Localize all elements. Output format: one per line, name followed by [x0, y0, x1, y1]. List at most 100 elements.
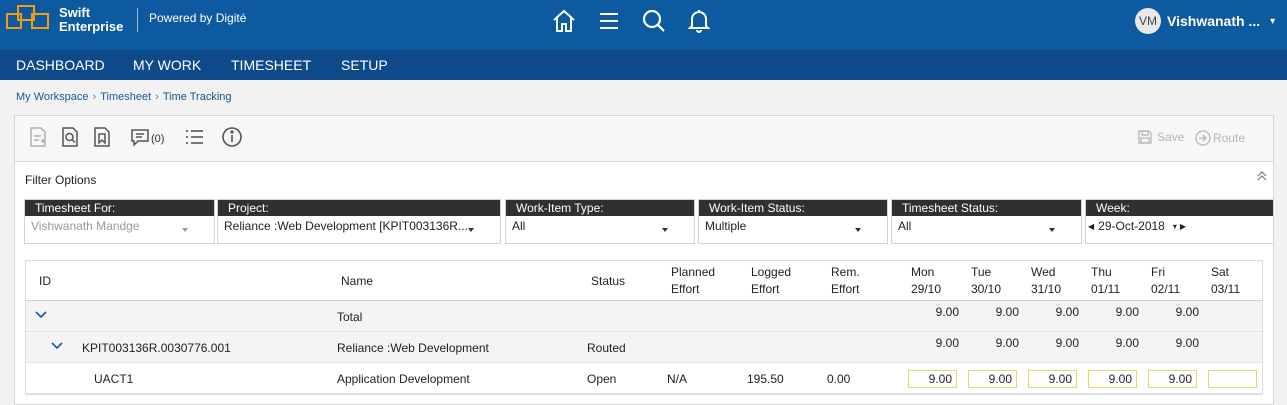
filter-value: 29-Oct-2018: [1098, 219, 1165, 233]
col-label: Effort: [671, 282, 700, 296]
effort-input-sat[interactable]: [1208, 370, 1257, 388]
new-document-icon[interactable]: [27, 126, 49, 148]
col-day-date: 31/10: [1031, 282, 1062, 296]
home-icon[interactable]: [549, 6, 579, 36]
route-icon: [1195, 130, 1211, 146]
chevron-down-icon[interactable]: [34, 310, 48, 320]
info-icon[interactable]: [221, 126, 243, 148]
chevron-down-icon: [662, 228, 668, 232]
collapse-icon[interactable]: [1255, 169, 1269, 183]
bell-icon[interactable]: [684, 6, 714, 36]
col-day-wed: Wed 31/10: [1031, 264, 1061, 298]
breadcrumb-separator: ›: [92, 91, 97, 103]
breadcrumb-separator: ›: [155, 91, 159, 103]
filter-week[interactable]: Week: ◀ 29-Oct-2018 ▾ ▶: [1085, 199, 1274, 244]
col-name: Name: [341, 274, 374, 288]
nav-setup[interactable]: SETUP: [341, 57, 388, 73]
filter-project[interactable]: Project: Reliance :Web Development [KPIT…: [217, 199, 501, 244]
week-selector: ◀ 29-Oct-2018 ▾ ▶: [1086, 216, 1273, 233]
list-icon[interactable]: [183, 126, 205, 148]
col-logged-effort: Logged Effort: [751, 264, 791, 298]
filter-label: Timesheet Status:: [892, 200, 1081, 216]
col-day-fri: Fri 02/11: [1151, 264, 1180, 298]
col-label: Effort: [751, 282, 780, 296]
user-menu[interactable]: VM Vishwanath ... ▾: [1135, 8, 1275, 34]
filter-label: Work-Item Status:: [699, 200, 887, 216]
day-total: 9.00: [1175, 305, 1199, 319]
filter-label: Work-Item Type:: [506, 200, 694, 216]
row-planned-effort: N/A: [667, 372, 688, 386]
filter-work-item-type[interactable]: Work-Item Type: All: [505, 199, 695, 244]
user-name: Vishwanath ...: [1167, 13, 1261, 29]
effort-input-mon[interactable]: 9.00: [908, 370, 957, 388]
filter-timesheet-for[interactable]: Timesheet For: Vishwanath Mandge: [24, 199, 215, 244]
table-row: UACT1 Application Development Open N/A 1…: [26, 363, 1262, 394]
effort-input-wed[interactable]: 9.00: [1028, 370, 1077, 388]
brand-divider: [137, 8, 138, 32]
effort-input-tue[interactable]: 9.00: [968, 370, 1017, 388]
brand-name: Swift Enterprise: [59, 6, 123, 33]
comment-icon[interactable]: [129, 126, 151, 148]
chevron-down-icon: [855, 228, 861, 232]
filter-value: Reliance :Web Development [KPIT003136R..…: [224, 219, 468, 233]
nav-timesheet[interactable]: TIMESHEET: [231, 57, 311, 73]
filter-label: Week:: [1086, 200, 1273, 216]
chevron-down-icon: [1049, 228, 1055, 232]
chevron-down-icon: [182, 228, 188, 232]
col-day-date: 30/10: [971, 282, 1002, 296]
effort-input-thu[interactable]: 9.00: [1088, 370, 1137, 388]
col-label: Rem.: [831, 265, 860, 279]
breadcrumb: My Workspace › Timesheet › Time Tracking: [16, 91, 232, 103]
col-day-date: 29/10: [911, 282, 942, 296]
day-total: 9.00: [1055, 305, 1079, 319]
day-effort: 9.00: [995, 336, 1019, 350]
col-day-name: Wed: [1031, 265, 1056, 279]
prev-week-icon[interactable]: ◀: [1088, 222, 1094, 231]
main-nav: DASHBOARD MY WORK TIMESHEET SETUP: [0, 50, 1287, 80]
brand-line1: Swift: [59, 5, 91, 20]
col-planned-effort: Planned Effort: [671, 264, 715, 298]
row-id: UACT1: [94, 372, 134, 386]
filter-label: Project:: [218, 200, 500, 216]
row-id: KPIT003136R.0030776.001: [82, 341, 231, 355]
nav-dashboard[interactable]: DASHBOARD: [16, 57, 105, 73]
brand-line2: Enterprise: [59, 19, 124, 34]
timesheet-panel: (0) Save Route Filter Options Timesheet …: [14, 115, 1274, 405]
menu-icon[interactable]: [594, 6, 624, 36]
filter-work-item-status[interactable]: Work-Item Status: Multiple: [698, 199, 888, 244]
breadcrumb-timesheet[interactable]: Timesheet: [100, 91, 151, 103]
search-document-icon[interactable]: [59, 126, 81, 148]
col-label: Planned: [671, 265, 716, 279]
col-day-name: Sat: [1211, 265, 1230, 279]
row-status: Open: [587, 372, 617, 386]
row-name: Total: [337, 310, 363, 324]
col-day-date: 02/11: [1151, 282, 1181, 296]
route-button[interactable]: Route: [1195, 130, 1245, 146]
next-week-icon[interactable]: ▶: [1180, 222, 1186, 231]
chevron-down-icon[interactable]: [50, 341, 64, 351]
swift-logo-icon: [6, 5, 49, 29]
header-icons: [549, 6, 729, 36]
search-icon[interactable]: [639, 6, 669, 36]
nav-my-work[interactable]: MY WORK: [133, 57, 201, 73]
bookmark-document-icon[interactable]: [91, 126, 113, 148]
breadcrumb-my-workspace[interactable]: My Workspace: [16, 91, 89, 103]
save-button[interactable]: Save: [1137, 129, 1184, 145]
table-row-group: KPIT003136R.0030776.001 Reliance :Web De…: [26, 332, 1262, 363]
day-effort: 9.00: [1175, 336, 1199, 350]
col-day-name: Mon: [911, 265, 935, 279]
col-day-mon: Mon 29/10: [911, 264, 941, 298]
chevron-down-icon: [468, 228, 474, 232]
powered-by-text: Powered by Digité: [149, 11, 247, 25]
day-effort: 9.00: [1115, 336, 1139, 350]
day-effort: 9.00: [1055, 336, 1079, 350]
col-label: Effort: [831, 282, 860, 296]
toolbar: (0) Save Route: [15, 116, 1273, 162]
breadcrumb-time-tracking: Time Tracking: [162, 91, 232, 103]
row-name: Application Development: [337, 372, 470, 386]
col-day-date: 03/11: [1211, 282, 1241, 296]
filter-timesheet-status[interactable]: Timesheet Status: All: [891, 199, 1082, 244]
chevron-down-icon[interactable]: ▾: [1173, 222, 1177, 231]
col-day-date: 01/11: [1091, 282, 1121, 296]
effort-input-fri[interactable]: 9.00: [1148, 370, 1197, 388]
